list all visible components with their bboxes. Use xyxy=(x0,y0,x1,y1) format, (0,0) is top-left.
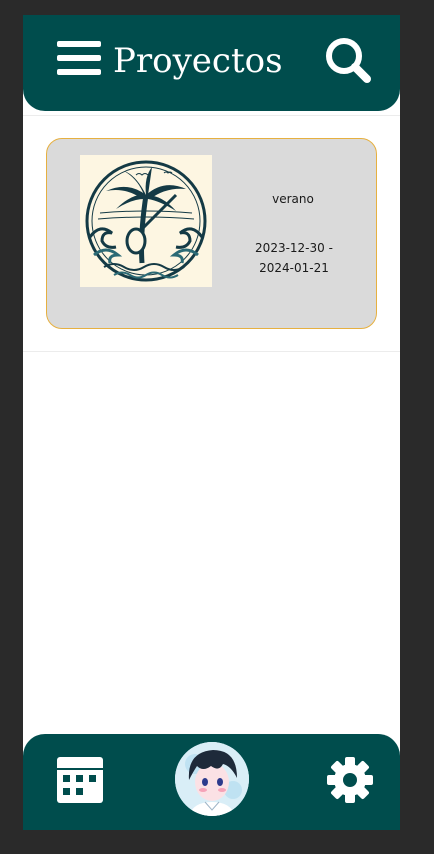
menu-bar xyxy=(57,41,101,47)
project-card[interactable]: verano 2023-12-30 - 2024-01-21 xyxy=(46,138,377,329)
menu-bar xyxy=(57,69,101,75)
user-avatar[interactable] xyxy=(175,742,249,816)
divider xyxy=(23,115,400,116)
gear-icon[interactable] xyxy=(325,755,375,805)
menu-icon[interactable] xyxy=(57,39,101,77)
menu-bar xyxy=(57,55,101,61)
calendar-icon[interactable] xyxy=(56,756,104,804)
project-name: verano xyxy=(272,192,314,206)
project-dates: 2023-12-30 - 2024-01-21 xyxy=(255,241,333,275)
app-screen: Proyectos verano 2023-12-30 - 2024-01-21 xyxy=(23,15,400,830)
app-header: Proyectos xyxy=(23,15,400,111)
bottom-nav xyxy=(23,734,400,830)
page-title: Proyectos xyxy=(113,41,283,81)
divider xyxy=(23,351,400,352)
search-icon[interactable] xyxy=(323,35,373,85)
project-image xyxy=(80,155,212,287)
